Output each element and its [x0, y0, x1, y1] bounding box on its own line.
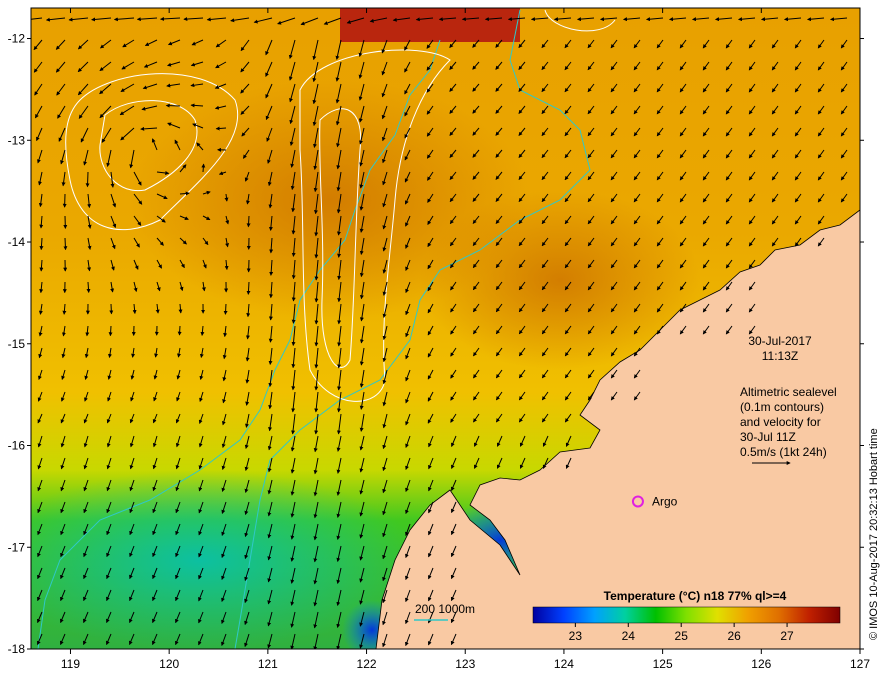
y-tick-label: -15 [8, 337, 26, 351]
y-tick-label: -18 [8, 642, 26, 656]
x-tick-label: 127 [850, 657, 870, 671]
y-tick-label: -17 [8, 540, 26, 554]
colorbar-title: Temperature (°C) n18 77% ql>=4 [604, 589, 787, 603]
colorbar-tick-label: 23 [569, 629, 583, 643]
altimetry-line-3: and velocity for [740, 415, 821, 429]
colorbar-tick-label: 25 [675, 629, 689, 643]
credit-text: © IMOS 10-Aug-2017 20:32:13 Hobart time [868, 428, 880, 640]
y-tick-label: -13 [8, 133, 26, 147]
altimetry-line-4: 30-Jul 11Z [740, 430, 796, 444]
colorbar-tick-label: 24 [622, 629, 636, 643]
colorbar-tick-label: 27 [780, 629, 794, 643]
y-tick-label: -14 [8, 235, 26, 249]
velocity-arrow [246, 281, 251, 295]
altimetry-line-2: (0.1m contours) [740, 400, 824, 414]
velocity-arrow [223, 303, 228, 315]
x-tick-label: 125 [653, 657, 673, 671]
x-tick-label: 124 [554, 657, 574, 671]
x-tick-label: 120 [159, 657, 179, 671]
argo-label: Argo [652, 494, 678, 508]
altimetry-line-5: 0.5m/s (1kt 24h) [740, 445, 827, 459]
velocity-arrow [108, 325, 113, 337]
sst-map-figure: Argo 30-Jul-2017 11:13Z Altimetric seale… [8, 7, 880, 671]
y-tick-label: -12 [8, 32, 26, 46]
x-tick-label: 123 [455, 657, 475, 671]
y-tick-label: -16 [8, 439, 26, 453]
velocity-arrow [177, 325, 182, 336]
x-tick-label: 119 [61, 657, 80, 671]
x-tick-label: 121 [258, 657, 278, 671]
annotation-time: 11:13Z [762, 349, 798, 363]
velocity-arrow [85, 171, 90, 188]
velocity-arrow [201, 163, 206, 173]
colorbar-tick-label: 26 [727, 629, 741, 643]
hot-sst-band [340, 8, 520, 42]
warm-sst-patch [130, 80, 530, 320]
x-tick-label: 126 [751, 657, 771, 671]
colorbar [532, 606, 841, 624]
bathymetry-legend-label: 200 1000m [415, 602, 475, 616]
x-tick-label: 122 [357, 657, 377, 671]
velocity-arrow [246, 215, 251, 228]
velocity-arrow [63, 237, 68, 251]
annotation-date: 30-Jul-2017 [748, 334, 812, 348]
altimetry-line-1: Altimetric sealevel [740, 385, 837, 399]
